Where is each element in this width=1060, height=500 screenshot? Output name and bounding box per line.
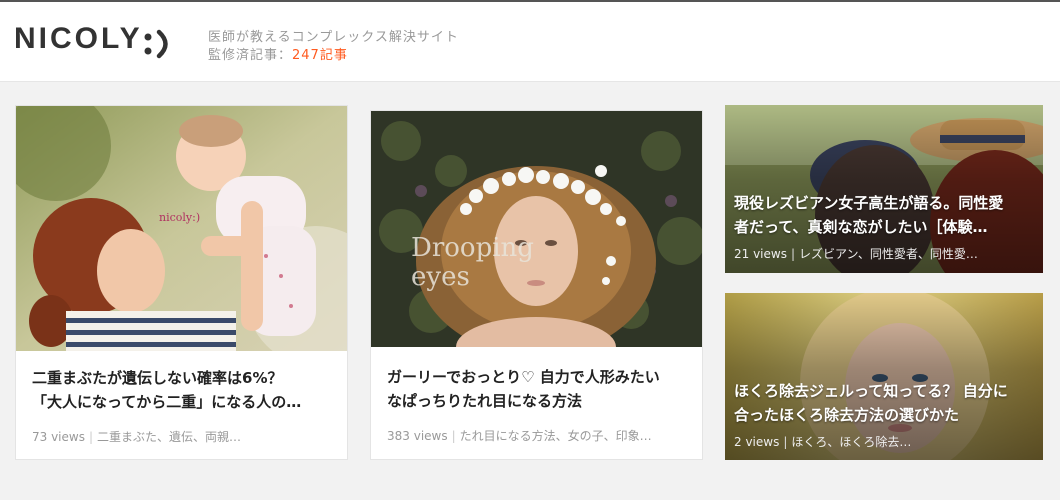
view-count: 73 views [32,430,85,444]
article-card[interactable]: 現役レズビアン女子高生が語る。同性愛 者だって、真剣な恋がしたい［体験… 21 … [725,105,1043,273]
image-caption-line1: Drooping [411,233,534,263]
article-tags[interactable]: レズビアン、同性愛者、同性愛… [799,247,978,261]
image-caption-line2: eyes [411,262,470,292]
article-meta: 73 views | 二重まぶた、遺伝、両親… [32,430,242,444]
flower-crown-photo: Drooping eyes [371,111,702,347]
article-title: ガーリーでおっとり♡ 自力で人形みたい なぱっちりたれ目になる方法 [387,368,660,410]
site-tagline: 医師が教えるコンプレックス解決サイト [208,30,459,45]
site-header: NICOLY 医師が教えるコンプレックス解決サイト 監修済記事：247記事 [0,2,1060,82]
article-card[interactable]: nicoly:) 二重まぶたが遺伝しない確率は6%？ 「大人になってから二重」に… [15,105,348,460]
image-watermark: nicoly:) [159,211,200,224]
article-count-value: 247記事 [292,48,348,63]
article-title: 二重まぶたが遺伝しない確率は6%？ 「大人になってから二重」になる人の… [32,369,302,411]
view-count: 383 views [387,429,448,443]
article-card[interactable]: Drooping eyes ガーリーでおっとり♡ 自力で人形みたい なぱっちりた… [370,110,703,460]
article-thumbnail: Drooping eyes [371,111,702,347]
article-tags[interactable]: 二重まぶた、遺伝、両親… [97,430,241,444]
article-card[interactable]: ほくろ除去ジェルって知ってる？ 自分に 合ったほくろ除去方法の選びかた 2 vi… [725,293,1043,460]
article-thumbnail: nicoly:) [16,106,347,351]
smile-icon [144,29,168,59]
view-count: 2 views [734,435,780,449]
site-logo[interactable]: NICOLY [14,22,143,56]
article-count: 監修済記事：247記事 [208,44,348,63]
article-title: ほくろ除去ジェルって知ってる？ 自分に 合ったほくろ除去方法の選びかた [734,382,1008,424]
article-title: 現役レズビアン女子高生が語る。同性愛 者だって、真剣な恋がしたい［体験… [734,194,1004,236]
article-meta: 383 views | たれ目になる方法、女の子、印象… [387,429,652,443]
view-count: 21 views [734,247,787,261]
article-tags[interactable]: ほくろ、ほくろ除去… [791,435,911,449]
article-count-label: 監修済記事： [208,48,293,63]
mother-baby-photo: nicoly:) [16,106,347,351]
article-meta: 2 views | ほくろ、ほくろ除去… [734,435,912,449]
article-meta: 21 views | レズビアン、同性愛者、同性愛… [734,247,978,261]
article-tags[interactable]: たれ目になる方法、女の子、印象… [460,429,652,443]
